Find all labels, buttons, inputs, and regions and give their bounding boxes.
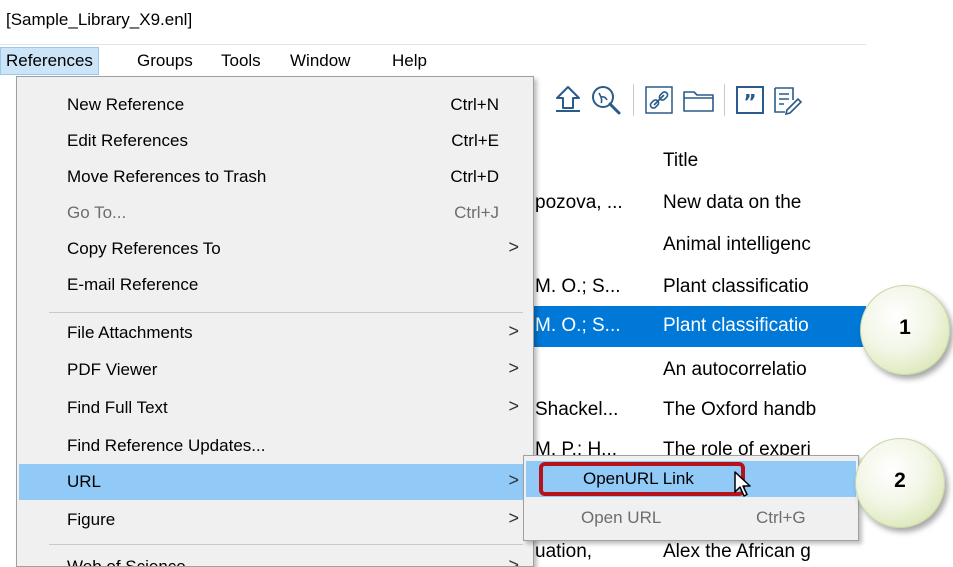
table-row[interactable]: pozova, ... New data on the — [525, 183, 866, 224]
title-cell: Plant classificatio — [663, 315, 809, 336]
menu-item-label: Go To... — [67, 203, 127, 222]
menu-window[interactable]: Window — [285, 48, 355, 74]
table-row-selected[interactable]: M. O.; S... Plant classificatio — [525, 306, 866, 347]
title-cell: The Oxford handb — [663, 399, 817, 420]
menu-item-label: Find Full Text — [67, 398, 168, 417]
menu-separator — [49, 312, 523, 313]
menu-item-move-to-trash[interactable]: Move References to Trash Ctrl+D — [19, 159, 531, 195]
quote-icon[interactable]: ” — [734, 84, 766, 116]
menu-item-label: Figure — [67, 510, 116, 529]
menu-item-label: New Reference — [67, 95, 185, 114]
submenu-arrow-icon: > — [508, 470, 519, 490]
mouse-cursor-icon — [734, 471, 751, 497]
callout-number: 2 — [894, 469, 906, 492]
menu-item-web-of-science[interactable]: Web of Science > — [19, 549, 531, 567]
menu-item-label: File Attachments — [67, 323, 193, 342]
title-cell: New data on the — [663, 192, 802, 213]
link-icon[interactable] — [643, 84, 675, 116]
toolbar: ” — [525, 78, 866, 120]
edit-note-icon[interactable] — [771, 84, 803, 116]
window-title: [Sample_Library_X9.enl] — [6, 10, 193, 29]
table-row[interactable]: Animal intelligenc — [525, 225, 866, 266]
menu-item-find-reference-updates[interactable]: Find Reference Updates... — [19, 428, 531, 464]
title-cell: Plant classificatio — [663, 276, 809, 297]
menu-item-url[interactable]: URL > — [19, 464, 531, 500]
menu-item-label: E-mail Reference — [67, 275, 199, 294]
menu-references[interactable]: References — [0, 47, 99, 75]
references-dropdown-menu: New Reference Ctrl+N Edit References Ctr… — [16, 76, 534, 567]
table-row[interactable]: An autocorrelatio — [525, 350, 866, 391]
menu-help[interactable]: Help — [387, 48, 432, 74]
menu-item-label: Web of Science — [67, 557, 186, 567]
menu-item-edit-references[interactable]: Edit References Ctrl+E — [19, 123, 531, 159]
menu-item-shortcut: Ctrl+G — [756, 508, 806, 527]
menu-item-label: Open URL — [581, 508, 662, 527]
menu-item-figure[interactable]: Figure > — [19, 502, 531, 538]
menu-item-label: PDF Viewer — [67, 360, 158, 379]
menu-groups[interactable]: Groups — [132, 48, 198, 74]
folder-icon[interactable] — [681, 84, 717, 116]
title-cell: Animal intelligenc — [663, 234, 811, 255]
toolbar-separator — [724, 84, 725, 116]
title-bar: [Sample_Library_X9.enl] — [0, 0, 866, 45]
submenu-arrow-icon: > — [508, 508, 519, 528]
url-submenu: OpenURL Link Open URL Ctrl+G — [523, 455, 859, 541]
menu-separator — [49, 544, 523, 545]
upload-icon[interactable] — [552, 84, 584, 116]
author-cell: M. O.; S... — [535, 276, 621, 297]
author-cell: Shackel... — [535, 399, 619, 420]
svg-text:”: ” — [743, 90, 756, 114]
submenu-item-openurl-link[interactable]: OpenURL Link — [526, 461, 856, 497]
menu-item-label: Move References to Trash — [67, 167, 267, 186]
title-cell: An autocorrelatio — [663, 359, 807, 380]
submenu-arrow-icon: > — [508, 555, 519, 567]
callout-badge-1: 1 — [860, 285, 950, 375]
callout-number: 1 — [899, 316, 911, 339]
title-cell: Alex the African g — [663, 541, 811, 562]
menu-item-go-to[interactable]: Go To... Ctrl+J — [19, 195, 531, 231]
author-cell: pozova, ... — [535, 192, 623, 213]
author-cell: uation, — [535, 541, 593, 562]
submenu-arrow-icon: > — [508, 358, 519, 378]
menu-item-new-reference[interactable]: New Reference Ctrl+N — [19, 87, 531, 123]
title-column-header[interactable]: Title — [663, 150, 698, 172]
menu-item-label: Edit References — [67, 131, 188, 150]
menu-item-shortcut: Ctrl+J — [454, 203, 499, 222]
menu-item-label: Copy References To — [67, 239, 221, 258]
menu-item-label: Find Reference Updates... — [67, 436, 266, 455]
author-cell: M. O.; S... — [535, 315, 621, 336]
menu-item-shortcut: Ctrl+E — [451, 131, 499, 150]
menu-item-shortcut: Ctrl+N — [450, 95, 499, 114]
menu-item-label: OpenURL Link — [583, 469, 694, 488]
menu-item-email-reference[interactable]: E-mail Reference — [19, 267, 531, 303]
menu-item-shortcut: Ctrl+D — [450, 167, 499, 186]
table-row[interactable]: Shackel... The Oxford handb — [525, 390, 866, 431]
table-row[interactable]: M. O.; S... Plant classificatio — [525, 267, 866, 308]
menu-item-label: URL — [67, 472, 102, 491]
submenu-arrow-icon: > — [508, 237, 519, 257]
callout-badge-2: 2 — [855, 438, 945, 528]
menu-bar: References Groups Tools Window Help — [0, 45, 866, 75]
submenu-arrow-icon: > — [508, 321, 519, 341]
menu-item-find-full-text[interactable]: Find Full Text > — [19, 390, 531, 426]
toolbar-separator — [633, 84, 634, 116]
submenu-arrow-icon: > — [508, 396, 519, 416]
menu-item-file-attachments[interactable]: File Attachments > — [19, 315, 531, 351]
menu-item-copy-references-to[interactable]: Copy References To > — [19, 231, 531, 267]
submenu-item-open-url[interactable]: Open URL Ctrl+G — [526, 500, 856, 536]
menu-item-pdf-viewer[interactable]: PDF Viewer > — [19, 352, 531, 388]
menu-tools[interactable]: Tools — [216, 48, 266, 74]
pdf-search-icon[interactable] — [589, 84, 623, 116]
column-header[interactable]: Title — [525, 142, 866, 176]
